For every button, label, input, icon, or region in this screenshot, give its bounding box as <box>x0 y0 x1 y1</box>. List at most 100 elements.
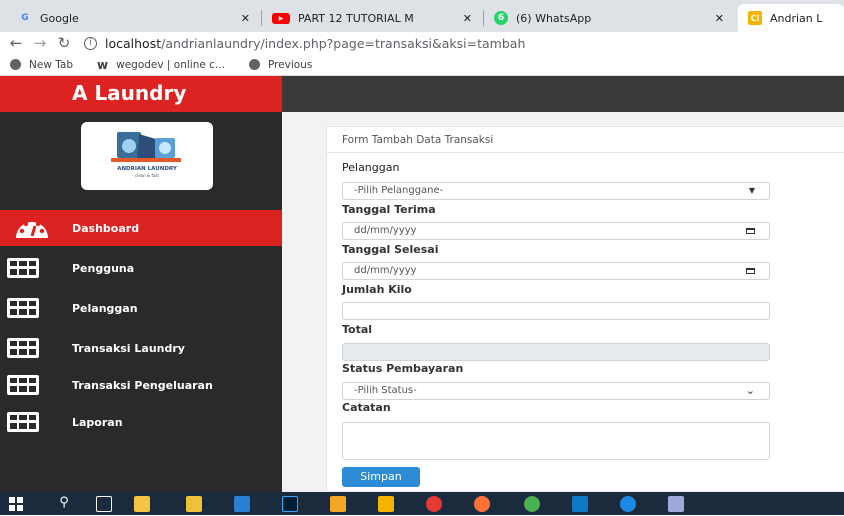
browser-tab-andrian[interactable]: CI Andrian L <box>738 4 844 32</box>
sidebar: ANDRIAN LAUNDRY clean & fast Dashboard P… <box>0 112 282 492</box>
sidebar-item-dashboard[interactable]: Dashboard <box>0 210 282 246</box>
file-explorer-icon[interactable] <box>134 496 150 512</box>
catatan-label: Catatan <box>342 401 391 414</box>
address-bar: ← → ↻ i localhost/andrianlaundry/index.p… <box>0 32 844 54</box>
tanggal-selesai-placeholder: dd/mm/yyyy <box>354 265 417 276</box>
dashboard-icon <box>2 218 48 238</box>
sidebar-item-transaksi-laundry[interactable]: Transaksi Laundry <box>0 330 282 366</box>
globe-icon <box>10 59 21 70</box>
jumlah-kilo-input[interactable] <box>342 302 770 320</box>
sidebar-item-label: Dashboard <box>72 221 140 235</box>
bookmark-label: wegodev | online c... <box>116 58 225 71</box>
whatsapp-icon: 6 <box>494 11 508 25</box>
search-icon[interactable]: ⚲ <box>56 496 72 512</box>
status-select-value: -Pilih Status- <box>354 385 417 396</box>
photoshop-icon[interactable] <box>282 496 298 512</box>
table-icon <box>2 298 39 318</box>
table-icon <box>2 412 39 432</box>
mail-icon[interactable] <box>234 496 250 512</box>
bookmark-label: Previous <box>267 58 313 71</box>
tanggal-terima-input[interactable]: dd/mm/yyyy <box>342 222 770 240</box>
store-icon[interactable] <box>186 496 202 512</box>
calendar-icon[interactable] <box>746 268 755 274</box>
back-arrow-icon[interactable]: ← <box>4 34 28 52</box>
laundry-logo: ANDRIAN LAUNDRY clean & fast <box>81 122 213 190</box>
vscode-icon[interactable] <box>572 496 588 512</box>
firefox-icon[interactable] <box>474 496 490 512</box>
edge-icon[interactable] <box>620 496 636 512</box>
pelanggan-label: Pelanggan <box>342 161 400 174</box>
codeigniter-icon: CI <box>748 11 762 25</box>
tab-title: Google <box>40 11 79 25</box>
reload-icon[interactable]: ↻ <box>52 34 76 52</box>
browser-tab-bar: G Google ✕ ▶ PART 12 TUTORIAL M ✕ 6 (6) … <box>0 0 844 32</box>
transaction-form-card: Form Tambah Data Transaksi Pelanggan -Pi… <box>326 126 844 492</box>
sidebar-item-laporan[interactable]: Laporan <box>0 404 282 440</box>
sidebar-item-label: Transaksi Pengeluaran <box>72 378 213 392</box>
sidebar-item-pelanggan[interactable]: Pelanggan <box>0 290 282 326</box>
bookmark-new-tab[interactable]: New Tab <box>10 59 73 71</box>
browser-tab-google[interactable]: G Google ✕ <box>8 4 260 32</box>
task-view-icon[interactable] <box>96 496 112 512</box>
tab-title: Andrian L <box>770 11 823 25</box>
chrome-icon[interactable] <box>524 496 540 512</box>
catatan-textarea[interactable] <box>342 422 770 460</box>
google-icon: G <box>21 13 29 23</box>
app-topbar: A Laundry <box>0 76 844 112</box>
table-icon <box>2 258 39 278</box>
sidebar-item-label: Pelanggan <box>72 301 138 315</box>
notepad-icon[interactable] <box>668 496 684 512</box>
sidebar-item-label: Laporan <box>72 415 123 429</box>
tanggal-terima-label: Tanggal Terima <box>342 203 436 216</box>
sidebar-item-label: Pengguna <box>72 261 135 275</box>
logo-text: ANDRIAN LAUNDRY <box>117 166 178 172</box>
url-path: /andrianlaundry/index.php?page=transaksi… <box>161 35 526 51</box>
browser-tab-youtube[interactable]: ▶ PART 12 TUTORIAL M ✕ <box>262 4 482 32</box>
tanggal-selesai-label: Tanggal Selesai <box>342 243 439 256</box>
dropdown-caret-icon: ▼ <box>748 186 755 195</box>
table-icon <box>2 375 39 395</box>
jumlah-kilo-label: Jumlah Kilo <box>342 283 412 296</box>
total-input <box>342 343 770 361</box>
sidebar-item-label: Transaksi Laundry <box>72 341 185 355</box>
chevron-down-icon: ⌄ <box>745 384 755 397</box>
total-label: Total <box>342 323 373 336</box>
close-icon[interactable]: ✕ <box>715 12 724 25</box>
tanggal-terima-placeholder: dd/mm/yyyy <box>354 225 417 236</box>
opera-icon[interactable] <box>426 496 442 512</box>
close-icon[interactable]: ✕ <box>463 12 472 25</box>
url-host: localhost <box>105 35 162 51</box>
bookmark-wegodev[interactable]: w wegodev | online c... <box>97 58 225 72</box>
sublime-text-icon[interactable] <box>330 496 346 512</box>
wegodev-icon: w <box>97 57 109 72</box>
windows-taskbar: ⚲ <box>0 492 844 515</box>
globe-icon <box>248 59 260 70</box>
bookmark-label: New Tab <box>29 58 74 71</box>
pelanggan-select-value: -Pilih Pelanggane- <box>354 185 444 196</box>
calendar-icon[interactable] <box>746 228 755 234</box>
pelanggan-select[interactable]: -Pilih Pelanggane- ▼ <box>342 182 770 200</box>
forward-arrow-icon[interactable]: → <box>28 34 52 52</box>
browser-tab-whatsapp[interactable]: 6 (6) WhatsApp ✕ <box>484 4 734 32</box>
simpan-button[interactable]: Simpan <box>342 467 420 487</box>
close-icon[interactable]: ✕ <box>241 12 250 25</box>
form-title: Form Tambah Data Transaksi <box>327 127 844 153</box>
brand-title[interactable]: A Laundry <box>0 76 282 112</box>
main-content: Form Tambah Data Transaksi Pelanggan -Pi… <box>282 112 844 492</box>
sidebar-item-pengguna[interactable]: Pengguna <box>0 250 282 286</box>
url-field[interactable]: i localhost/andrianlaundry/index.php?pag… <box>84 36 525 51</box>
sidebar-item-transaksi-pengeluaran[interactable]: Transaksi Pengeluaran <box>0 367 282 403</box>
windows-start-icon[interactable] <box>8 496 24 512</box>
status-pembayaran-select[interactable]: -Pilih Status- ⌄ <box>342 382 770 400</box>
bookmark-previous[interactable]: Previous <box>248 58 313 71</box>
youtube-icon: ▶ <box>272 12 290 24</box>
tab-title: (6) WhatsApp <box>516 11 592 25</box>
table-icon <box>2 338 39 358</box>
status-pembayaran-label: Status Pembayaran <box>342 362 464 375</box>
bookmarks-bar: New Tab w wegodev | online c... Previous <box>0 54 844 76</box>
tab-title: PART 12 TUTORIAL M <box>298 11 414 25</box>
tanggal-selesai-input[interactable]: dd/mm/yyyy <box>342 262 770 280</box>
info-icon[interactable]: i <box>84 36 97 50</box>
logo-tagline: clean & fast <box>135 173 159 178</box>
codeigniter-icon[interactable] <box>378 496 394 512</box>
